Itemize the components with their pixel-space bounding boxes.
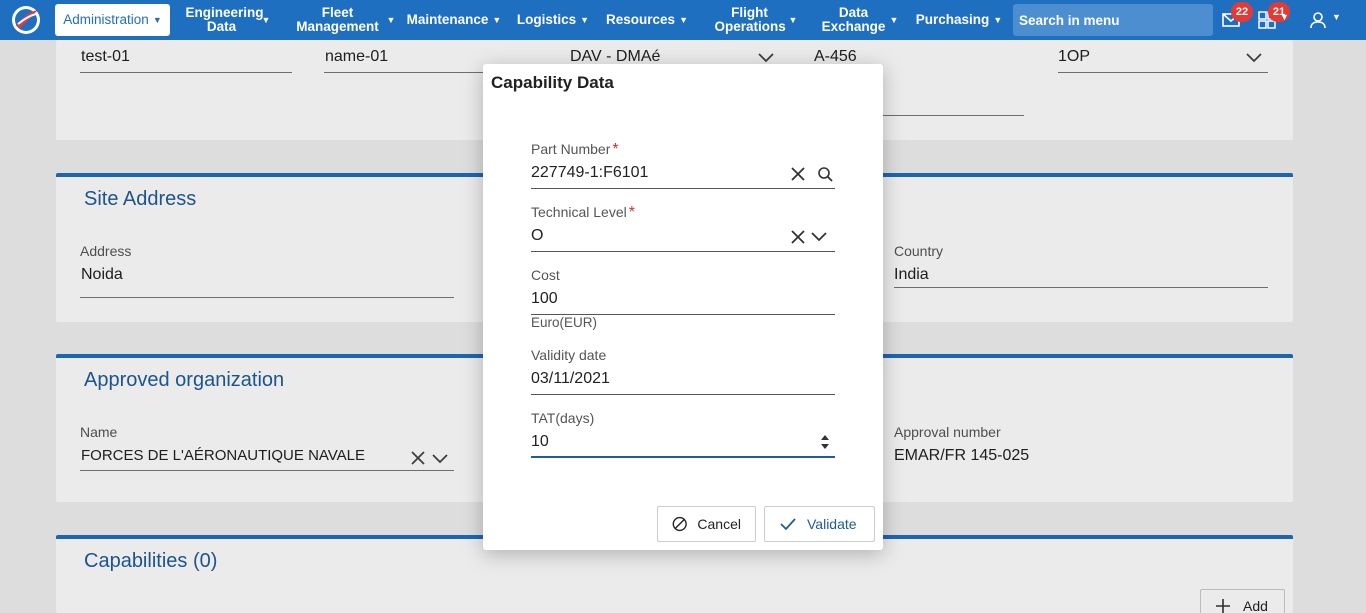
chevron-down-icon[interactable] — [758, 53, 774, 63]
chevron-down-icon: ▼ — [386, 15, 396, 25]
menu-search-input[interactable] — [1013, 4, 1213, 36]
validate-button[interactable]: Validate — [764, 506, 875, 542]
part-number-input[interactable]: 227749-1:F6101 — [531, 164, 648, 182]
address-label: Address — [80, 243, 132, 259]
chevron-down-icon: ▼ — [788, 15, 798, 25]
country-underline — [894, 287, 1268, 288]
part-number-underline — [531, 188, 835, 189]
address-underline — [80, 297, 454, 298]
validity-date-input[interactable]: 03/11/2021 — [531, 370, 610, 388]
cost-input[interactable]: 100 — [531, 290, 558, 308]
option-select[interactable]: 1OP — [1058, 48, 1090, 66]
section-title: Approved organization — [84, 369, 285, 391]
plus-icon — [1216, 599, 1230, 613]
cost-label: Cost — [531, 267, 560, 283]
nav-item-label: Administration — [63, 12, 149, 27]
top-nav-bar: Administration ▼ Engineering Data ▼ Fleet … — [0, 0, 1366, 40]
tat-label: TAT(days) — [531, 410, 595, 426]
nav-item-administration[interactable]: Administration ▼ — [55, 4, 170, 36]
technical-level-label: Technical Level * — [531, 204, 635, 221]
chevron-down-icon: ▼ — [580, 15, 590, 25]
option-underline — [1058, 72, 1268, 73]
nav-item-data-exchange[interactable]: Data Exchange ▼ — [820, 0, 900, 40]
nav-item-purchasing[interactable]: Purchasing ▼ — [916, 0, 1002, 40]
tasks-button[interactable]: 21 ▼ — [1258, 2, 1290, 32]
country-label: Country — [894, 243, 944, 259]
org-name-label: Name — [80, 424, 118, 440]
nav-item-label: Flight Operations — [714, 5, 786, 34]
mail-button[interactable]: 22 — [1221, 2, 1253, 32]
validity-date-label: Validity date — [531, 347, 607, 363]
part-number-label: Part Number * — [531, 141, 619, 158]
nav-item-label: Resources — [606, 12, 676, 27]
nav-item-label: Engineering Data — [185, 5, 264, 34]
nav-item-engineering-data[interactable]: Engineering Data ▼ — [180, 0, 276, 40]
nav-item-label: Maintenance — [406, 12, 489, 27]
required-marker: * — [628, 204, 635, 221]
clear-icon[interactable] — [790, 166, 806, 182]
chevron-down-icon[interactable] — [1246, 53, 1262, 63]
org-name-select[interactable]: FORCES DE L'AÉRONAUTIQUE NAVALE — [81, 447, 365, 464]
tat-input[interactable]: 10 — [531, 433, 549, 451]
country-value[interactable]: India — [894, 266, 929, 284]
required-marker: * — [612, 141, 619, 158]
nav-item-flight-operations[interactable]: Flight Operations ▼ — [712, 0, 800, 40]
logo-icon[interactable] — [10, 4, 42, 36]
chevron-down-icon: ▼ — [889, 15, 899, 25]
nav-item-logistics[interactable]: Logistics ▼ — [516, 0, 590, 40]
add-capability-button[interactable]: Add — [1200, 589, 1285, 613]
clear-icon[interactable] — [790, 229, 806, 245]
add-label: Add — [1243, 598, 1268, 613]
section-title: Capabilities (0) — [84, 550, 218, 572]
approval-number-label: Approval number — [894, 424, 1001, 440]
nav-item-label: Data Exchange — [821, 5, 886, 34]
validate-label: Validate — [807, 516, 857, 532]
chevron-down-icon: ▼ — [1280, 12, 1289, 22]
number-spinner-icon[interactable] — [820, 432, 830, 452]
cancel-button[interactable]: Cancel — [657, 506, 756, 542]
cancel-icon — [672, 516, 687, 532]
user-menu-button[interactable]: ▼ — [1308, 8, 1342, 32]
dialog-title: Capability Data — [491, 73, 614, 92]
section-title: Site Address — [84, 188, 197, 210]
code-underline — [80, 72, 292, 73]
chevron-down-icon: ▼ — [152, 15, 162, 25]
chevron-down-icon[interactable] — [432, 454, 448, 464]
technical-level-select[interactable]: O — [531, 227, 543, 245]
chevron-down-icon: ▼ — [679, 15, 688, 25]
org-name-underline — [80, 470, 454, 471]
nav-item-fleet-management[interactable]: Fleet Management ▼ — [290, 0, 398, 40]
code-value[interactable]: test-01 — [81, 48, 130, 66]
nav-item-label: Logistics — [516, 12, 577, 27]
clear-icon[interactable] — [411, 451, 425, 465]
tat-underline — [531, 456, 835, 458]
name-value[interactable]: name-01 — [325, 48, 388, 66]
checkmark-icon — [780, 518, 796, 531]
capability-data-dialog: Capability Data Part Number * 227749-1:F6… — [483, 64, 883, 550]
user-icon — [1310, 12, 1326, 29]
search-icon[interactable] — [817, 166, 833, 182]
nav-item-maintenance[interactable]: Maintenance ▼ — [406, 0, 502, 40]
mail-count-badge: 22 — [1231, 2, 1253, 22]
nav-item-resources[interactable]: Resources ▼ — [606, 0, 688, 40]
chevron-down-icon[interactable] — [811, 232, 827, 242]
currency-hint: Euro(EUR) — [531, 315, 598, 330]
validity-date-underline — [531, 394, 835, 395]
approval-number-value[interactable]: EMAR/FR 145-025 — [894, 447, 1029, 465]
chevron-down-icon: ▼ — [993, 15, 1003, 25]
chevron-down-icon: ▼ — [492, 15, 502, 25]
cancel-label: Cancel — [697, 516, 741, 532]
address-value[interactable]: Noida — [81, 266, 123, 284]
technical-level-underline — [531, 251, 835, 252]
nav-item-label: Purchasing — [915, 12, 990, 27]
chevron-down-icon: ▼ — [261, 15, 271, 25]
nav-item-label: Fleet Management — [296, 5, 379, 34]
chevron-down-icon: ▼ — [1332, 12, 1341, 22]
